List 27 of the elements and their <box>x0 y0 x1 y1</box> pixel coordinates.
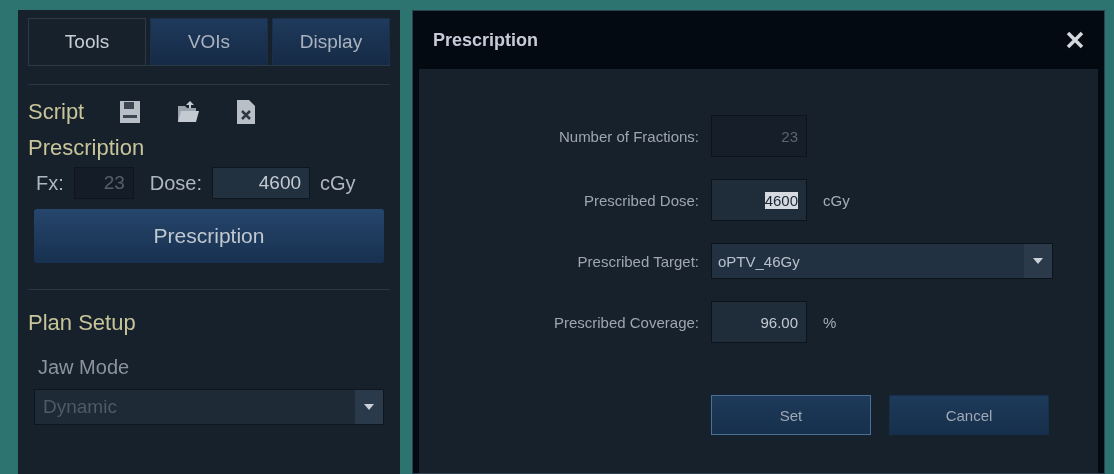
field-label: Prescribed Dose: <box>583 191 699 209</box>
field-label: Number of Fractions: <box>558 127 699 145</box>
field-label: Prescribed Coverage: <box>553 313 699 331</box>
section-heading: Prescription <box>28 135 145 160</box>
section-heading: Plan Setup <box>28 310 137 336</box>
unit-label: % <box>823 313 837 331</box>
section-heading: Script <box>28 99 85 125</box>
fx-label: Fx: <box>36 171 64 195</box>
dialog-title: Prescription <box>433 29 539 51</box>
tab[interactable]: VOIs <box>150 18 268 65</box>
dose-field[interactable]: 4600 <box>212 167 311 199</box>
caret-icon <box>363 403 375 411</box>
input-field[interactable]: 4600 <box>711 179 807 221</box>
close-icon[interactable] <box>1066 31 1084 49</box>
jaw-mode-label: Jaw Mode <box>38 356 131 379</box>
tab[interactable]: Tools <box>28 18 146 65</box>
target-dropdown[interactable]: oPTV_46Gy <box>711 243 1053 279</box>
input-field[interactable]: 96.00 <box>711 301 807 343</box>
dialog-button[interactable]: Cancel <box>889 395 1049 435</box>
caret-icon <box>1032 257 1044 265</box>
unit-label: cGy <box>320 171 356 195</box>
dose-label: Dose: <box>149 171 203 195</box>
tab[interactable]: Display <box>272 18 390 65</box>
field-label: Prescribed Target: <box>577 252 699 270</box>
unit-label: cGy <box>823 191 850 209</box>
dialog-button[interactable]: Set <box>711 395 871 435</box>
prescription-button[interactable]: Prescription <box>34 209 384 263</box>
